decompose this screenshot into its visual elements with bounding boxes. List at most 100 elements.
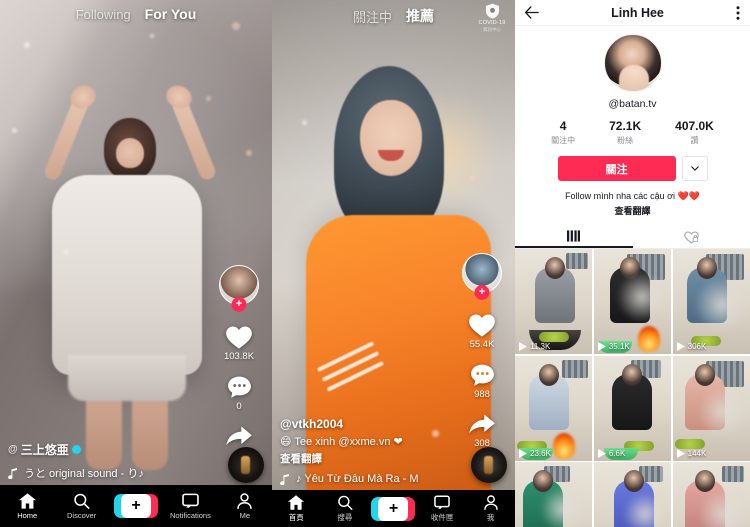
view-count: 35.1K xyxy=(608,342,630,352)
nav-inbox-2[interactable]: 收件匣 xyxy=(418,495,467,523)
music-row-2[interactable]: ♪ Yêu Từ Đâu Mà Ra - M xyxy=(280,473,465,485)
video-grid: 11.3K 35.1K 306K 23.6K 6.6K 144K xyxy=(515,249,750,527)
tab-for-you[interactable]: For You xyxy=(145,6,197,22)
stat-followers[interactable]: 72.1K 粉絲 xyxy=(609,119,641,146)
more-options-icon[interactable] xyxy=(736,5,740,20)
video-thumbnail[interactable]: 6.6K xyxy=(593,355,672,461)
follow-dropdown-button[interactable] xyxy=(681,156,708,181)
covid-label: COVID-19 xyxy=(478,20,506,26)
share-button-1[interactable] xyxy=(225,425,253,449)
follow-plus-icon[interactable]: + xyxy=(474,285,490,300)
home-icon xyxy=(18,492,36,509)
tab-following[interactable]: Following xyxy=(76,7,131,22)
video-thumbnail[interactable]: 11.3K xyxy=(515,249,593,355)
view-count: 306K xyxy=(687,342,707,352)
heart-icon xyxy=(226,326,252,349)
bio-view-translation[interactable]: 查看翻譯 xyxy=(515,204,750,217)
nav-label: Discover xyxy=(67,510,97,520)
music-disc-1[interactable] xyxy=(228,447,264,483)
like-count: 55.4K xyxy=(469,339,495,350)
nav-create-2[interactable]: + xyxy=(369,496,418,521)
page-title: Linh Hee xyxy=(611,5,664,20)
creator-avatar-2[interactable]: + xyxy=(462,253,502,300)
nav-notifications-1[interactable]: Notifications xyxy=(163,493,217,520)
like-button-2[interactable]: 55.4K xyxy=(468,312,496,350)
video-thumbnail[interactable]: 144K xyxy=(672,355,750,461)
profile-header: Linh Hee xyxy=(515,0,750,26)
music-title-2: ♪ Yêu Từ Đâu Mà Ra - M xyxy=(296,473,419,485)
music-note-icon xyxy=(8,467,17,479)
share-button-2[interactable]: 308 xyxy=(468,413,496,449)
thumbnail-image xyxy=(515,355,593,461)
video-thumbnail[interactable]: 1.8M xyxy=(672,462,750,527)
music-row-1[interactable]: うと original sound - り♪ xyxy=(8,465,208,481)
feed-tabs-1: Following For You xyxy=(0,6,272,22)
stat-label: 讚 xyxy=(690,136,699,145)
dancer-face xyxy=(116,138,144,168)
video-thumbnail[interactable]: 6.2K xyxy=(593,462,672,527)
nav-me-2[interactable]: 我 xyxy=(466,494,515,523)
search-icon xyxy=(338,495,353,510)
nav-label: 搜尋 xyxy=(337,512,353,522)
tab-recommend-cn[interactable]: 推薦 xyxy=(406,6,434,26)
creator-avatar-1[interactable]: + xyxy=(219,265,259,312)
view-translation-2[interactable]: 查看翻譯 xyxy=(280,451,465,466)
play-icon xyxy=(676,448,685,458)
back-arrow-icon[interactable] xyxy=(525,6,539,19)
nav-me-1[interactable]: Me xyxy=(218,492,272,520)
caption-text-2: 😄 Tee xinh @xxme.vn ❤ xyxy=(280,436,403,448)
video-thumbnail[interactable]: 306K xyxy=(672,249,750,355)
covid-info-button[interactable]: COVID-19 資訊中心 xyxy=(475,3,509,33)
profile-icon xyxy=(237,492,252,509)
covid-sublabel: 資訊中心 xyxy=(483,27,501,32)
username-text: 三上悠亜 xyxy=(20,443,69,457)
play-icon xyxy=(597,448,606,458)
creator-username-2[interactable]: @vtkh2004 xyxy=(280,417,465,431)
tab-following-cn[interactable]: 關注中 xyxy=(353,7,392,26)
add-icon[interactable]: + xyxy=(114,494,159,518)
add-icon[interactable]: + xyxy=(371,496,416,521)
stat-following[interactable]: 4 關注中 xyxy=(551,119,575,146)
bottom-nav-1: Home Discover + Notifications Me xyxy=(0,485,272,527)
view-count-row: 35.1K xyxy=(597,342,630,352)
creator-username-1[interactable]: @ 三上悠亜 xyxy=(8,441,208,458)
stat-likes[interactable]: 407.0K 讚 xyxy=(675,119,714,146)
feed-screen-chinese: 關注中 推薦 COVID-19 資訊中心 + 55.4K 988 308 @vt… xyxy=(272,0,515,527)
nav-label: 首頁 xyxy=(288,512,304,522)
liked-tab[interactable] xyxy=(633,226,750,248)
music-note-icon xyxy=(280,473,289,485)
comment-button-2[interactable]: 988 xyxy=(469,363,496,400)
video-thumbnail[interactable]: 23.6K xyxy=(515,355,593,461)
follow-plus-icon[interactable]: + xyxy=(231,297,247,312)
profile-bio: Follow mình nha các cậu ơi ❤️❤️ xyxy=(565,191,700,201)
video-thumbnail[interactable]: 3.8K xyxy=(515,462,593,527)
inbox-icon xyxy=(434,495,450,509)
share-arrow-icon xyxy=(226,426,252,446)
nav-home-1[interactable]: Home xyxy=(0,492,54,520)
nav-home-2[interactable]: 首頁 xyxy=(272,494,321,523)
stat-label: 粉絲 xyxy=(617,136,634,145)
nav-label: Home xyxy=(17,510,38,520)
music-disc-2[interactable] xyxy=(471,447,507,483)
thumbnail-image xyxy=(672,249,750,355)
nav-discover-1[interactable]: Discover xyxy=(54,493,108,520)
like-button-1[interactable]: 103.8K xyxy=(224,324,254,362)
like-count: 103.8K xyxy=(223,351,255,362)
video-thumbnail[interactable]: 35.1K xyxy=(593,249,672,355)
video-caption-1: @ 三上悠亜 うと original sound - り♪ xyxy=(8,441,208,481)
thumbnail-image xyxy=(515,249,593,355)
comment-button-1[interactable]: 0 xyxy=(226,375,253,412)
avatar[interactable] xyxy=(603,34,662,92)
profile-icon xyxy=(483,494,498,510)
grid-icon xyxy=(567,230,581,242)
follow-button[interactable]: 關注 xyxy=(557,156,676,181)
nav-search-2[interactable]: 搜尋 xyxy=(321,495,370,523)
nav-create-1[interactable]: + xyxy=(109,494,163,518)
view-count: 11.3K xyxy=(530,342,551,352)
video-caption-2: @vtkh2004 😄 Tee xinh @xxme.vn ❤ 查看翻譯 ♪ Y… xyxy=(280,417,465,485)
share-arrow-icon xyxy=(469,414,495,434)
chevron-down-icon xyxy=(690,166,699,171)
view-count-row: 6.6K xyxy=(597,448,625,458)
view-count: 23.6K xyxy=(530,448,551,458)
videos-tab[interactable] xyxy=(515,226,633,249)
